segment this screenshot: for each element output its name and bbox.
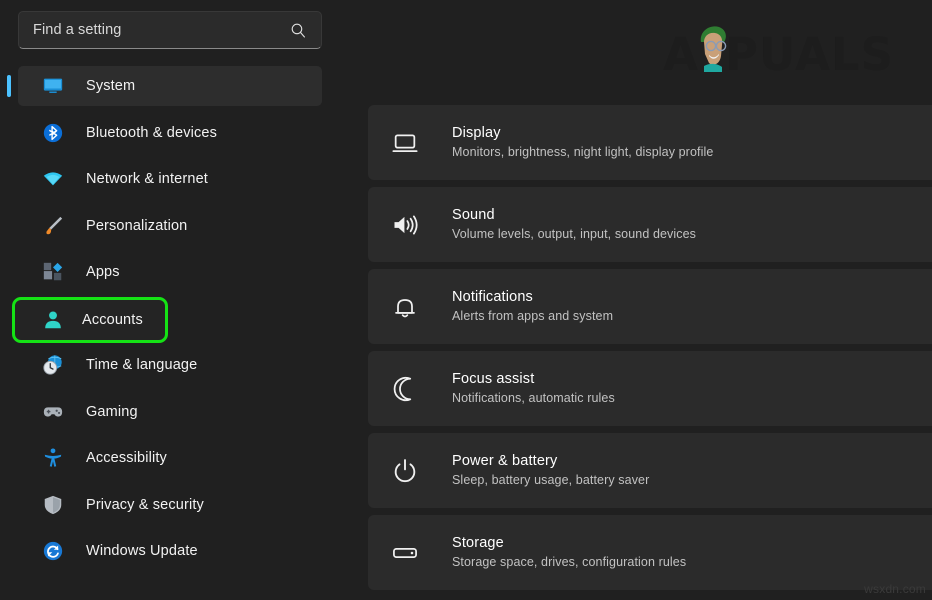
sidebar-item-label: Bluetooth & devices: [86, 125, 217, 141]
settings-card-list: Display Monitors, brightness, night light…: [368, 105, 932, 600]
person-icon: [42, 309, 64, 331]
appuals-watermark-logo: A PUALS: [663, 28, 894, 80]
sidebar-item-accessibility[interactable]: Accessibility: [18, 438, 322, 478]
apps-grid-icon: [42, 261, 64, 283]
speaker-icon: [388, 208, 422, 242]
refresh-icon: [42, 540, 64, 562]
settings-card-power-battery[interactable]: Power & battery Sleep, battery usage, bat…: [368, 433, 932, 508]
card-subtitle: Storage space, drives, configuration rul…: [452, 555, 686, 569]
accessibility-icon: [42, 447, 64, 469]
settings-card-notifications[interactable]: Notifications Alerts from apps and system: [368, 269, 932, 344]
search-input[interactable]: Find a setting: [18, 11, 322, 49]
bluetooth-icon: [42, 122, 64, 144]
sidebar-item-label: Time & language: [86, 357, 197, 373]
card-subtitle: Sleep, battery usage, battery saver: [452, 473, 649, 487]
sidebar-item-label: Network & internet: [86, 171, 208, 187]
clock-globe-icon: [42, 354, 64, 376]
shield-icon: [42, 494, 64, 516]
sidebar-item-system[interactable]: System: [18, 66, 322, 106]
bell-icon: [388, 290, 422, 324]
card-title: Focus assist: [452, 371, 615, 388]
sidebar-item-windows-update[interactable]: Windows Update: [18, 531, 322, 571]
search-icon[interactable]: [285, 17, 311, 43]
monitor-outline-icon: [388, 126, 422, 160]
drive-icon: [388, 536, 422, 570]
card-text-block: Storage Storage space, drives, configurat…: [452, 535, 686, 569]
search-placeholder-text: Find a setting: [33, 22, 285, 38]
card-text-block: Display Monitors, brightness, night light…: [452, 125, 713, 159]
brand-text-puals: PUALS: [725, 32, 894, 77]
settings-card-focus-assist[interactable]: Focus assist Notifications, automatic rul…: [368, 351, 932, 426]
main-panel: A PUALS Display Monitors, brightness, nig…: [340, 0, 932, 600]
card-text-block: Power & battery Sleep, battery usage, bat…: [452, 453, 649, 487]
card-subtitle: Monitors, brightness, night light, displ…: [452, 145, 713, 159]
card-title: Display: [452, 125, 713, 142]
power-icon: [388, 454, 422, 488]
sidebar-nav: System Bluetooth & devices Network & inter…: [0, 66, 340, 571]
settings-card-storage[interactable]: Storage Storage space, drives, configurat…: [368, 515, 932, 590]
settings-card-sound[interactable]: Sound Volume levels, output, input, sound…: [368, 187, 932, 262]
card-text-block: Notifications Alerts from apps and system: [452, 289, 613, 323]
gamepad-icon: [42, 401, 64, 423]
paintbrush-icon: [42, 215, 64, 237]
settings-card-display[interactable]: Display Monitors, brightness, night light…: [368, 105, 932, 180]
site-watermark: wsxdn.com: [864, 582, 926, 596]
sidebar-item-label: Gaming: [86, 404, 138, 420]
card-subtitle: Alerts from apps and system: [452, 309, 613, 323]
sidebar-item-accounts[interactable]: Accounts: [12, 297, 168, 343]
sidebar-item-label: Apps: [86, 264, 120, 280]
sidebar-item-label: Windows Update: [86, 543, 198, 559]
monitor-icon: [42, 75, 64, 97]
sidebar-item-label: Accounts: [82, 312, 143, 328]
sidebar-item-network-internet[interactable]: Network & internet: [18, 159, 322, 199]
sidebar-item-apps[interactable]: Apps: [18, 252, 322, 292]
wifi-icon: [42, 168, 64, 190]
search-container: Find a setting: [18, 11, 322, 49]
card-subtitle: Volume levels, output, input, sound devi…: [452, 227, 696, 241]
sidebar-item-gaming[interactable]: Gaming: [18, 392, 322, 432]
card-subtitle: Notifications, automatic rules: [452, 391, 615, 405]
sidebar-item-privacy-security[interactable]: Privacy & security: [18, 485, 322, 525]
sidebar-item-label: System: [86, 78, 135, 94]
settings-window: Find a setting System Bluetooth & devices…: [0, 0, 932, 600]
sidebar-item-time-language[interactable]: Time & language: [18, 345, 322, 385]
sidebar-item-personalization[interactable]: Personalization: [18, 206, 322, 246]
card-text-block: Sound Volume levels, output, input, sound…: [452, 207, 696, 241]
sidebar-item-label: Personalization: [86, 218, 187, 234]
card-title: Notifications: [452, 289, 613, 306]
moon-icon: [388, 372, 422, 406]
card-title: Storage: [452, 535, 686, 552]
sidebar: Find a setting System Bluetooth & devices…: [0, 0, 340, 600]
appuals-face-icon: [691, 22, 733, 74]
sidebar-item-label: Accessibility: [86, 450, 167, 466]
card-title: Sound: [452, 207, 696, 224]
card-title: Power & battery: [452, 453, 649, 470]
sidebar-item-bluetooth-devices[interactable]: Bluetooth & devices: [18, 113, 322, 153]
sidebar-item-label: Privacy & security: [86, 497, 204, 513]
card-text-block: Focus assist Notifications, automatic rul…: [452, 371, 615, 405]
